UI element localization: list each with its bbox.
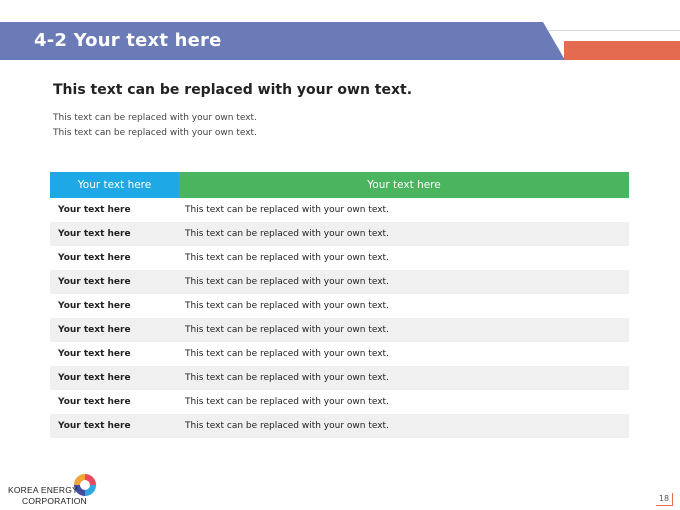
table-row: Your text here This text can be replaced… [50,366,629,390]
table-row: Your text here This text can be replaced… [50,414,629,438]
row-value: This text can be replaced with your own … [185,397,389,407]
table-row: Your text here This text can be replaced… [50,342,629,366]
row-value: This text can be replaced with your own … [179,318,629,342]
row-value: This text can be replaced with your own … [185,253,389,263]
row-label: Your text here [50,366,179,390]
row-value: This text can be replaced with your own … [179,222,629,246]
row-label: Your text here [58,205,131,215]
row-value: This text can be replaced with your own … [185,205,389,215]
data-table: Your text here Your text here Your text … [50,172,629,438]
description-line-2: This text can be replaced with your own … [53,128,257,138]
page-number: 18 [656,493,673,506]
table-header-row: Your text here Your text here [50,172,629,198]
row-value: This text can be replaced with your own … [185,301,389,311]
row-label: Your text here [50,270,179,294]
page-title: 4-2 Your text here [34,30,222,51]
row-label: Your text here [58,253,131,263]
row-value: This text can be replaced with your own … [179,366,629,390]
table-row: Your text here This text can be replaced… [50,246,629,270]
row-value: This text can be replaced with your own … [179,414,629,438]
row-label: Your text here [50,414,179,438]
logo-text-line-1: KOREA ENERGY [8,485,78,495]
table-row: Your text here This text can be replaced… [50,294,629,318]
column-header-2: Your text here [179,172,629,198]
row-label: Your text here [58,397,131,407]
table-row: Your text here This text can be replaced… [50,318,629,342]
column-header-1: Your text here [50,172,179,198]
table-row: Your text here This text can be replaced… [50,222,629,246]
logo-text-line-2: CORPORATION [22,496,87,506]
header-divider [548,30,680,31]
table-row: Your text here This text can be replaced… [50,270,629,294]
row-label: Your text here [58,349,131,359]
row-label: Your text here [58,301,131,311]
row-value: This text can be replaced with your own … [185,349,389,359]
description-line-1: This text can be replaced with your own … [53,113,257,123]
table-row: Your text here This text can be replaced… [50,390,629,414]
accent-bar [564,41,680,60]
section-subtitle: This text can be replaced with your own … [53,82,413,98]
row-label: Your text here [50,318,179,342]
table-row: Your text here This text can be replaced… [50,198,629,222]
row-label: Your text here [50,222,179,246]
row-value: This text can be replaced with your own … [179,270,629,294]
